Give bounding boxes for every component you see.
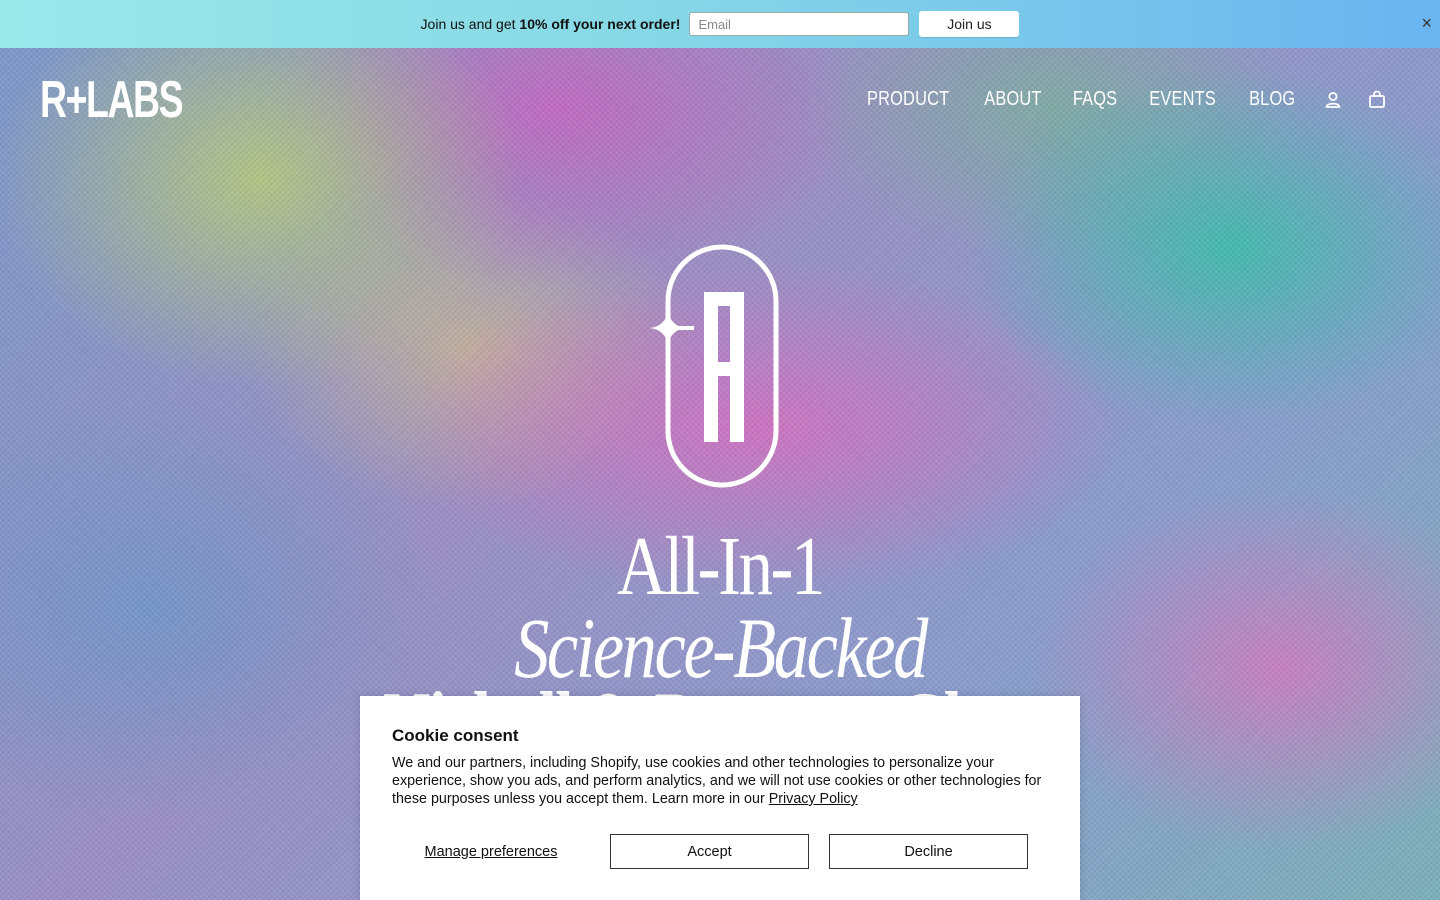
- cookie-title: Cookie consent: [392, 726, 519, 745]
- brand-emblem-icon: [646, 244, 780, 488]
- cart-icon[interactable]: [1366, 89, 1388, 111]
- promo-text: Join us and get 10% off your next order!: [420, 16, 681, 32]
- cookie-actions: Manage preferences Accept Decline: [392, 834, 1048, 869]
- cookie-body: We and our partners, including Shopify, …: [392, 755, 1042, 807]
- decline-button[interactable]: Decline: [829, 834, 1028, 869]
- privacy-policy-link[interactable]: Privacy Policy: [769, 791, 858, 807]
- main-nav: PRODUCT ABOUT FAQS EVENTS BLOG: [838, 88, 1388, 111]
- email-input[interactable]: [689, 12, 910, 36]
- manage-preferences-link[interactable]: Manage preferences: [392, 844, 590, 860]
- nav-product[interactable]: PRODUCT: [867, 88, 949, 111]
- promo-bar: Join us and get 10% off your next order!…: [0, 0, 1440, 48]
- nav-blog[interactable]: BLOG: [1249, 88, 1295, 111]
- accept-button[interactable]: Accept: [610, 834, 809, 869]
- cookie-consent-dialog: Cookie consent We and our partners, incl…: [360, 696, 1080, 900]
- nav-faqs[interactable]: FAQS: [1073, 88, 1117, 111]
- nav-events[interactable]: EVENTS: [1150, 88, 1217, 111]
- promo-discount: 10% off your next order!: [519, 16, 681, 32]
- account-icon[interactable]: [1322, 89, 1344, 111]
- join-us-button[interactable]: Join us: [919, 11, 1020, 37]
- close-icon[interactable]: ×: [1421, 13, 1432, 33]
- site-logo[interactable]: R+LABS: [40, 74, 184, 126]
- nav-about[interactable]: ABOUT: [985, 88, 1042, 111]
